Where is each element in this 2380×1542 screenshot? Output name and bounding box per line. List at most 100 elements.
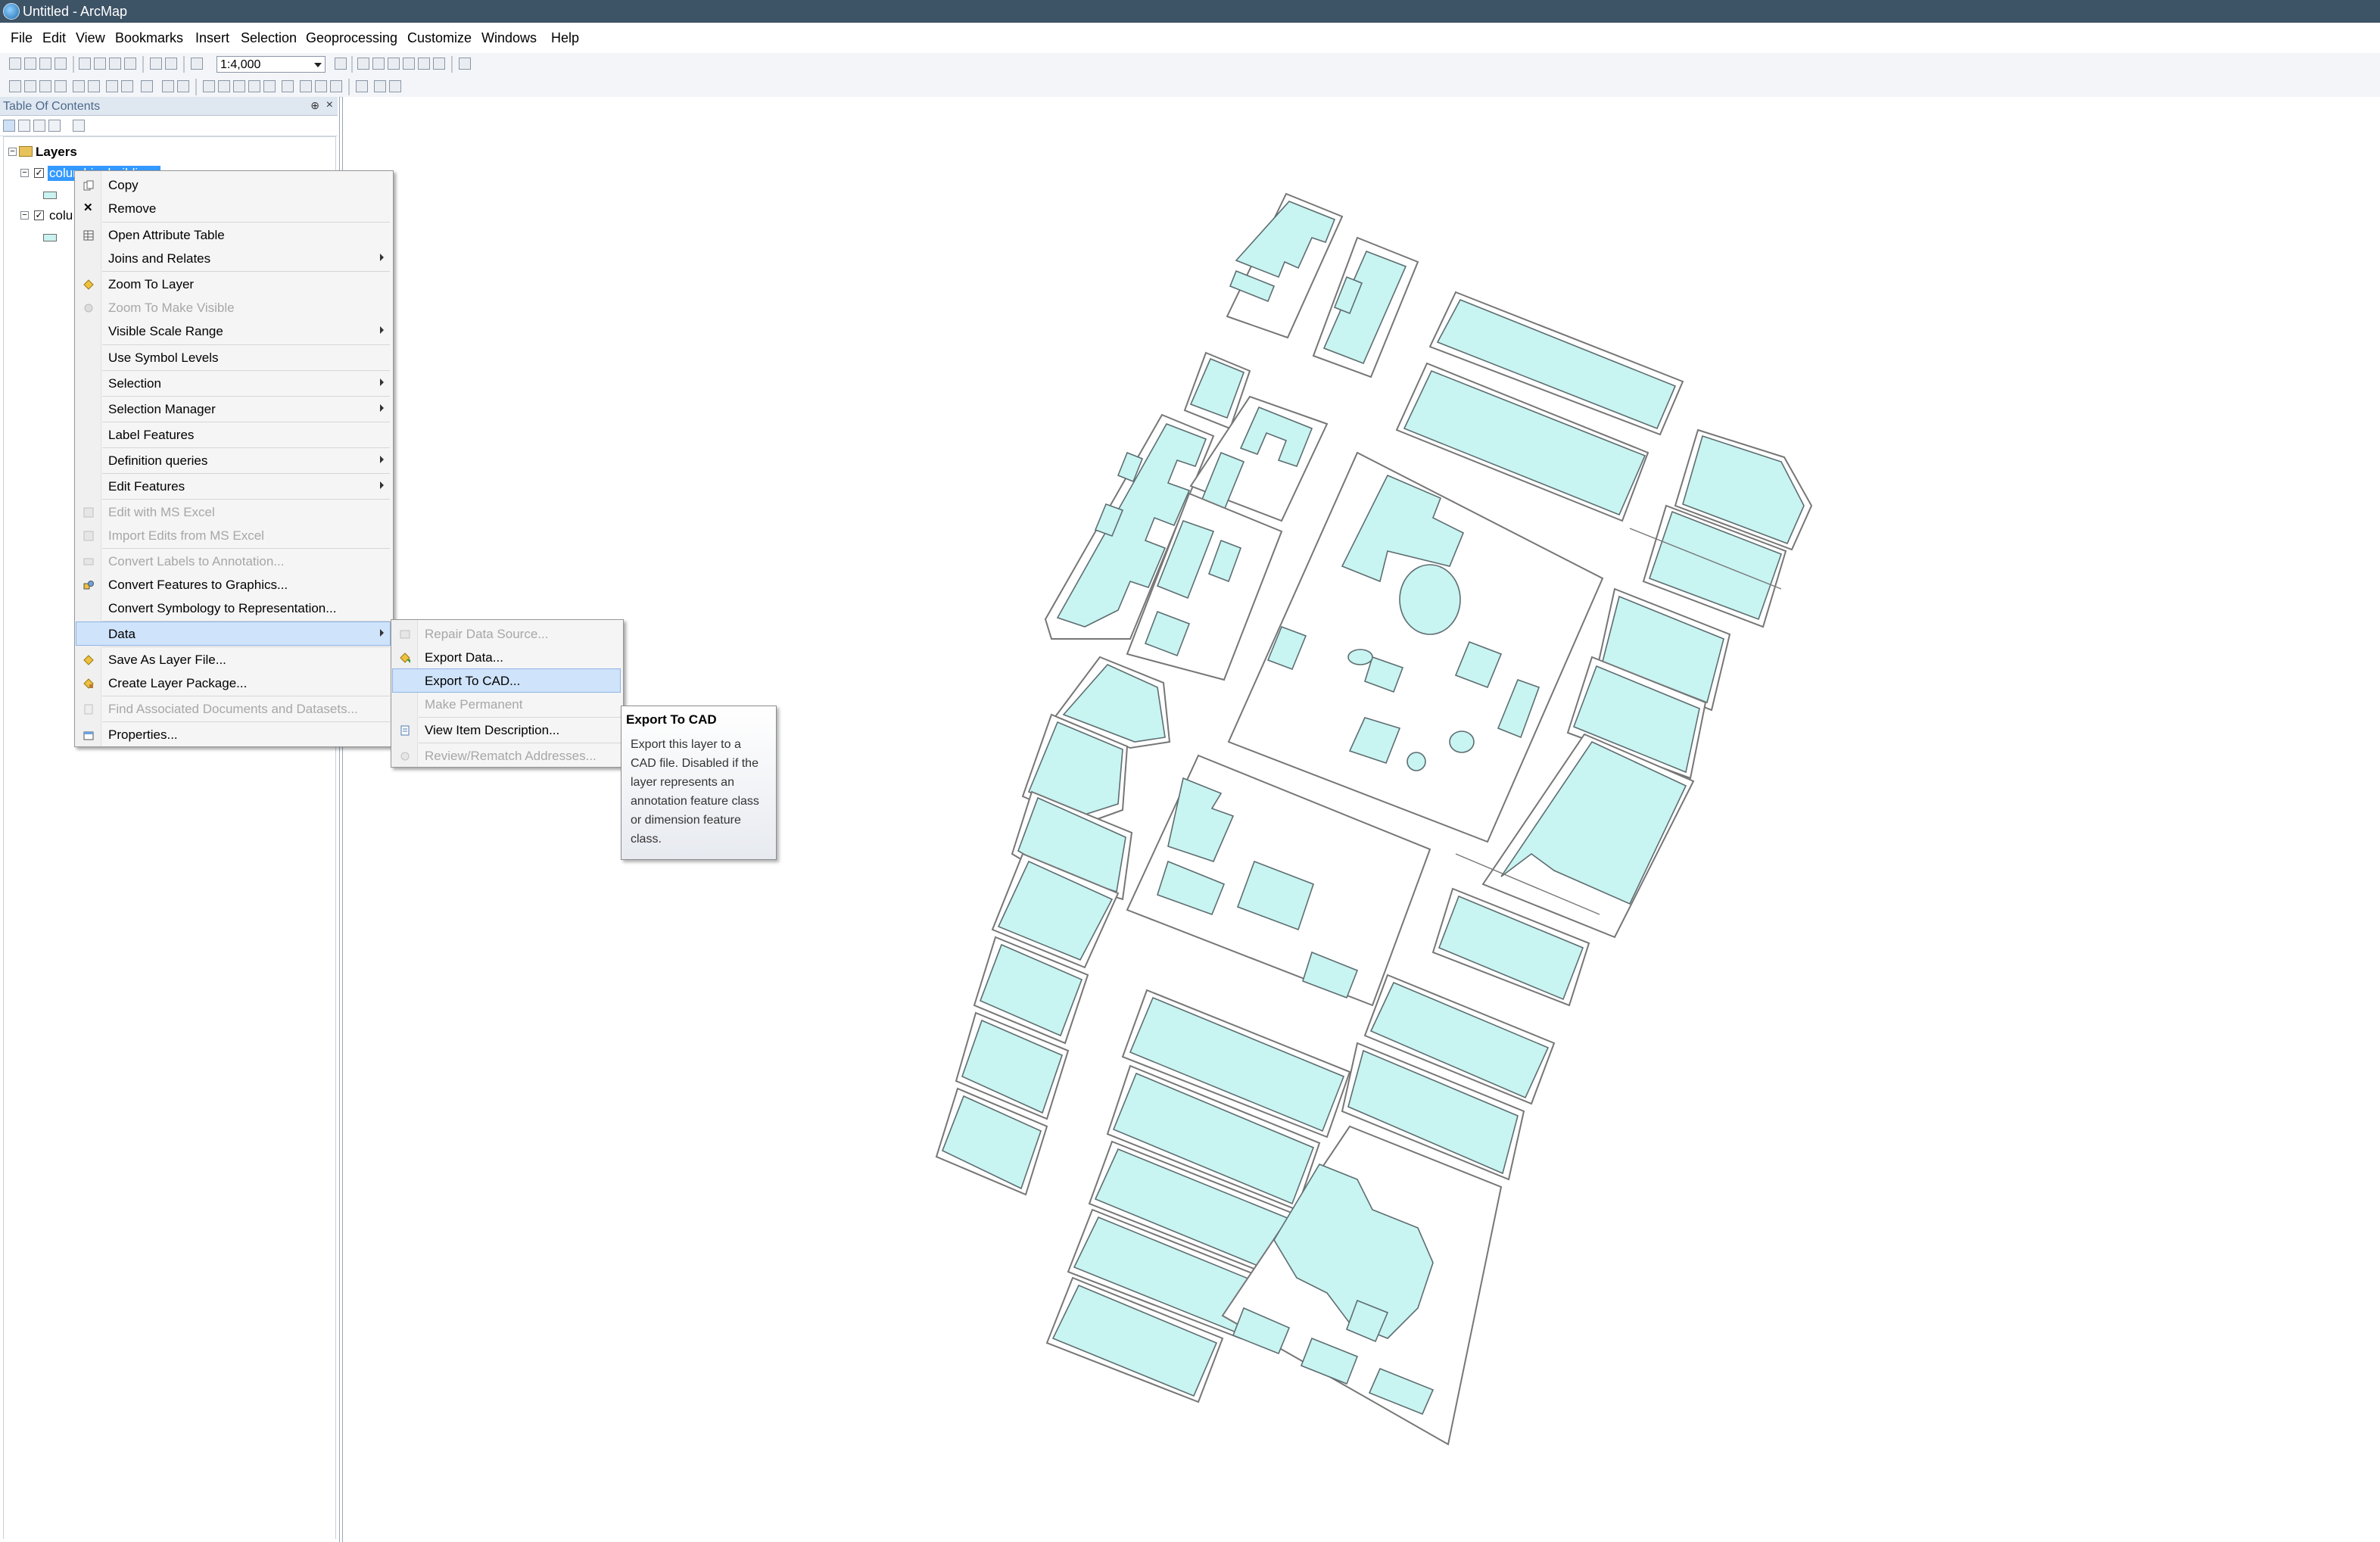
- menu-item-label: Zoom To Make Visible: [108, 301, 235, 315]
- find-icon[interactable]: [282, 80, 294, 92]
- measure-icon[interactable]: [263, 80, 276, 92]
- fixed-zoom-in-icon[interactable]: [73, 80, 85, 92]
- list-by-selection-icon[interactable]: [48, 120, 61, 132]
- menu-item-data[interactable]: Data: [76, 621, 391, 646]
- chevron-down-icon[interactable]: [314, 63, 322, 67]
- export-to-cad-tooltip: Export To CAD Export this layer to a CAD…: [621, 706, 777, 860]
- map-scale-dropdown[interactable]: 1:4,000: [217, 56, 326, 73]
- zoom-out-icon[interactable]: [24, 80, 36, 92]
- close-icon[interactable]: ×: [326, 98, 333, 112]
- menu-file[interactable]: File: [11, 30, 33, 46]
- menu-item-convert-features-to-graphics[interactable]: Convert Features to Graphics...: [76, 573, 390, 596]
- menu-item-save-as-layer-file[interactable]: Save As Layer File...: [76, 648, 390, 671]
- layers-root-label[interactable]: Layers: [36, 145, 77, 160]
- menu-item-properties[interactable]: Properties...: [76, 723, 390, 746]
- list-by-drawing-order-icon[interactable]: [3, 120, 15, 132]
- toc-window-icon[interactable]: [357, 58, 369, 70]
- zoom-in-icon[interactable]: [9, 80, 21, 92]
- cut-icon[interactable]: [79, 58, 91, 70]
- back-extent-icon[interactable]: [106, 80, 118, 92]
- layer-name-second[interactable]: colu: [49, 208, 73, 223]
- toc-options-icon[interactable]: [73, 120, 85, 132]
- python-window-icon[interactable]: [418, 58, 430, 70]
- menu-item-selection[interactable]: Selection: [76, 372, 390, 394]
- menu-edit[interactable]: Edit: [42, 30, 66, 46]
- go-to-xy-icon[interactable]: [315, 80, 327, 92]
- export-data-icon: [400, 652, 410, 663]
- layer-symbol-swatch[interactable]: [43, 234, 57, 241]
- identify-icon[interactable]: [218, 80, 230, 92]
- model-builder-icon[interactable]: [433, 58, 445, 70]
- collapse-icon[interactable]: −: [20, 169, 29, 177]
- menu-item-create-layer-package[interactable]: Create Layer Package...: [76, 671, 390, 694]
- menu-item-zoom-to-layer[interactable]: Zoom To Layer: [76, 273, 390, 295]
- editor-toolbar-icon[interactable]: [335, 58, 347, 70]
- html-popup-icon[interactable]: [248, 80, 260, 92]
- clear-selection-icon[interactable]: [162, 80, 174, 92]
- pointer-icon[interactable]: [203, 80, 215, 92]
- menu-item-label: Edit with MS Excel: [108, 505, 215, 519]
- search-window-icon[interactable]: [388, 58, 400, 70]
- forward-extent-icon[interactable]: [121, 80, 133, 92]
- delete-icon[interactable]: [124, 58, 136, 70]
- arctoolbox-icon[interactable]: [403, 58, 415, 70]
- redo-icon[interactable]: [165, 58, 177, 70]
- menu-item-visible-scale-range[interactable]: Visible Scale Range: [76, 319, 390, 342]
- menu-item-definition-queries[interactable]: Definition queries: [76, 449, 390, 472]
- layer-visibility-checkbox[interactable]: ✓: [34, 168, 44, 178]
- menu-item-export-data[interactable]: Export Data...: [393, 646, 620, 668]
- toolbar-options-icon[interactable]: [459, 58, 471, 70]
- layer-visibility-checkbox[interactable]: ✓: [34, 210, 44, 220]
- hyperlink-icon[interactable]: [233, 80, 245, 92]
- collapse-icon[interactable]: −: [20, 211, 29, 220]
- time-slider-icon[interactable]: [330, 80, 342, 92]
- menu-item-copy[interactable]: Copy: [76, 173, 390, 196]
- select-by-rectangle-icon[interactable]: [141, 80, 153, 92]
- list-by-source-icon[interactable]: [18, 120, 30, 132]
- menu-item-use-symbol-levels[interactable]: Use Symbol Levels: [76, 346, 390, 369]
- menu-view[interactable]: View: [76, 30, 105, 46]
- add-data-icon[interactable]: [191, 58, 203, 70]
- menu-customize[interactable]: Customize: [407, 30, 472, 46]
- magnifier-icon[interactable]: [374, 80, 386, 92]
- menu-help[interactable]: Help: [551, 30, 579, 46]
- catalog-window-icon[interactable]: [372, 58, 385, 70]
- menu-item-export-to-cad[interactable]: Export To CAD...: [392, 668, 621, 693]
- menu-item-label: View Item Description...: [425, 723, 560, 737]
- menu-insert[interactable]: Insert: [195, 30, 229, 46]
- menu-item-joins-and-relates[interactable]: Joins and Relates: [76, 247, 390, 269]
- undo-icon[interactable]: [150, 58, 162, 70]
- menu-item-view-item-description[interactable]: View Item Description...: [393, 718, 620, 741]
- list-by-visibility-icon[interactable]: [33, 120, 45, 132]
- menu-item-open-attribute-table[interactable]: Open Attribute Table: [76, 223, 390, 246]
- description-icon: [400, 724, 410, 736]
- menu-windows[interactable]: Windows: [481, 30, 537, 46]
- save-icon[interactable]: [39, 58, 51, 70]
- print-icon[interactable]: [55, 58, 67, 70]
- copy-icon[interactable]: [94, 58, 106, 70]
- menu-item-label: Save As Layer File...: [108, 653, 226, 667]
- layer-symbol-swatch[interactable]: [43, 192, 57, 199]
- create-viewer-icon[interactable]: [356, 80, 368, 92]
- menu-bookmarks[interactable]: Bookmarks: [115, 30, 183, 46]
- menu-item-edit-features[interactable]: Edit Features: [76, 475, 390, 497]
- open-icon[interactable]: [24, 58, 36, 70]
- find-route-icon[interactable]: [300, 80, 312, 92]
- pin-icon[interactable]: ⊕: [310, 99, 319, 112]
- paste-icon[interactable]: [109, 58, 121, 70]
- menu-geoprocessing[interactable]: Geoprocessing: [306, 30, 397, 46]
- menu-selection[interactable]: Selection: [241, 30, 297, 46]
- toolbar-options-icon[interactable]: [389, 80, 401, 92]
- fixed-zoom-out-icon[interactable]: [88, 80, 100, 92]
- menu-item-label-features[interactable]: Label Features: [76, 423, 390, 446]
- menu-item-label: Convert Features to Graphics...: [108, 578, 288, 592]
- collapse-icon[interactable]: −: [8, 148, 17, 156]
- full-extent-icon[interactable]: [55, 80, 67, 92]
- menu-item-label: Create Layer Package...: [108, 676, 248, 690]
- menu-item-selection-manager[interactable]: Selection Manager: [76, 397, 390, 420]
- menu-item-convert-symbology-to-representation[interactable]: Convert Symbology to Representation...: [76, 597, 390, 619]
- select-elements-icon[interactable]: [177, 80, 189, 92]
- menu-item-remove[interactable]: ✕ Remove: [76, 197, 390, 220]
- new-document-icon[interactable]: [9, 58, 21, 70]
- pan-icon[interactable]: [39, 80, 51, 92]
